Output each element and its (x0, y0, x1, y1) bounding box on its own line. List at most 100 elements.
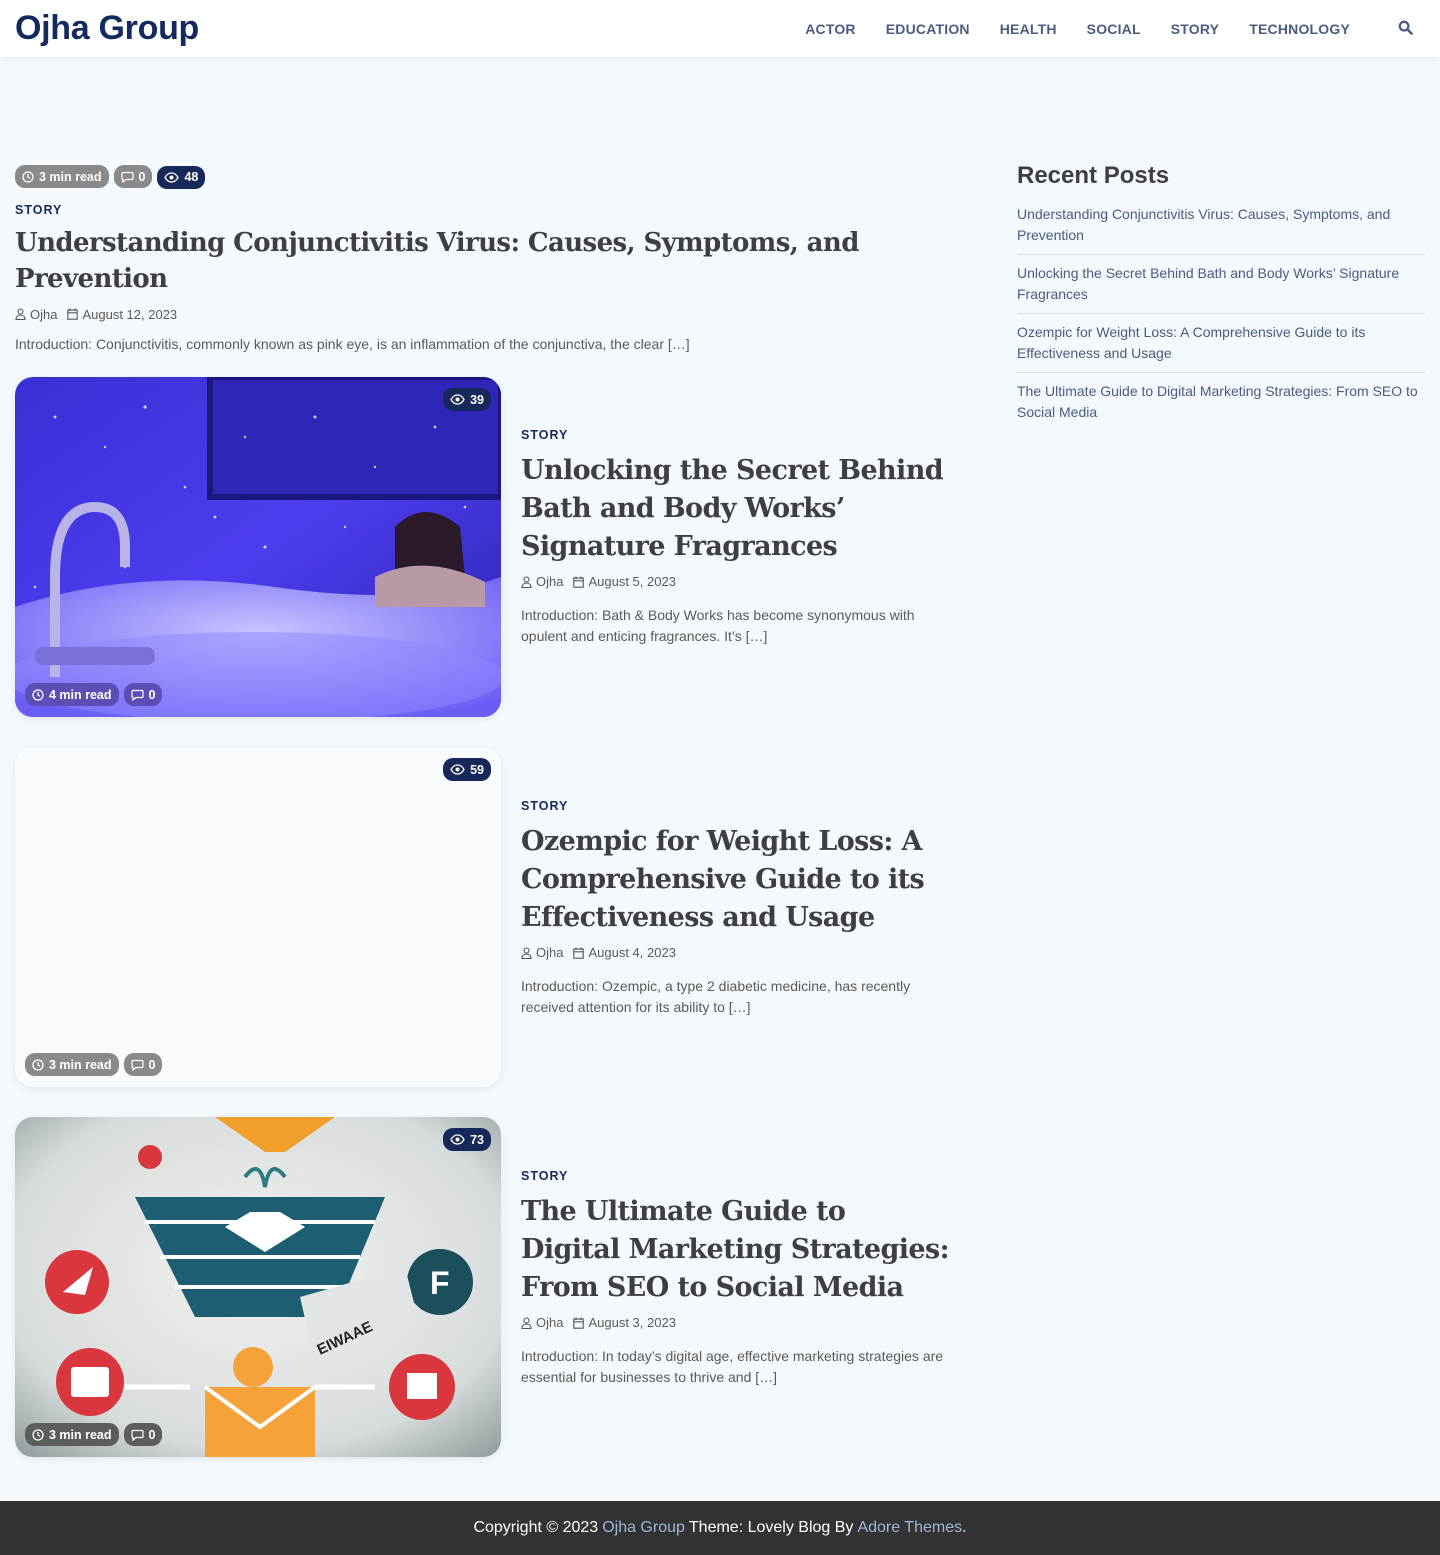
marketing-funnel-image: F EIWAAE (15, 1117, 501, 1457)
post-thumbnail[interactable]: 39 4 min read 0 (15, 377, 501, 717)
post-title[interactable]: Ozempic for Weight Loss: A Comprehensive… (521, 823, 951, 937)
footer-site-link[interactable]: Ojha Group (602, 1519, 685, 1537)
post-thumbnail[interactable]: 59 3 min read 0 (15, 747, 501, 1087)
comments-badge[interactable]: 0 (113, 165, 153, 188)
views-badge: 59 (443, 758, 491, 781)
post-excerpt: Introduction: Conjunctivitis, commonly k… (15, 335, 690, 352)
recent-post-link[interactable]: Unlocking the Secret Behind Bath and Bod… (1017, 255, 1425, 314)
post-item: 59 3 min read 0 STORY Ozempic for Weight… (15, 747, 955, 1087)
post-date[interactable]: August 5, 2023 (573, 574, 676, 589)
site-title[interactable]: Ojha Group (15, 9, 199, 48)
comments-count: 0 (148, 1057, 156, 1072)
eye-icon (164, 171, 180, 183)
recent-post-link[interactable]: The Ultimate Guide to Digital Marketing … (1017, 373, 1425, 431)
read-time-text: 3 min read (39, 169, 102, 184)
nav-item-health[interactable]: HEALTH (1000, 21, 1057, 37)
comments-count: 0 (148, 687, 156, 702)
views-count: 48 (184, 170, 199, 184)
user-icon (521, 575, 532, 588)
post-excerpt: Introduction: In today’s digital age, ef… (521, 1348, 944, 1385)
nav-item-social[interactable]: SOCIAL (1087, 21, 1141, 37)
post-date[interactable]: August 3, 2023 (573, 1315, 676, 1330)
calendar-icon (573, 947, 585, 959)
clock-icon (22, 170, 34, 183)
post-author[interactable]: Ojha (521, 574, 563, 589)
post-author[interactable]: Ojha (15, 307, 57, 322)
post-title[interactable]: The Ultimate Guide to Digital Marketing … (521, 1193, 951, 1307)
date-text: August 3, 2023 (588, 1315, 676, 1330)
footer-theme-author-link[interactable]: Adore Themes (857, 1519, 962, 1537)
user-icon (521, 1316, 532, 1329)
author-name: Ojha (30, 306, 58, 322)
comments-badge[interactable]: 0 (123, 1053, 163, 1076)
site-footer: Copyright © 2023 Ojha Group Theme: Lovel… (0, 1501, 1440, 1555)
post-badges: 3 min read 0 (25, 1053, 167, 1076)
site-header: Ojha Group ACTOR EDUCATION HEALTH SOCIAL… (0, 0, 1440, 57)
post-meta: Ojha August 12, 2023 (15, 307, 955, 322)
read-time-text: 3 min read (49, 1427, 112, 1442)
recent-posts-list: Understanding Conjunctivitis Virus: Caus… (1017, 204, 1425, 431)
nav-item-story[interactable]: STORY (1171, 21, 1219, 37)
category-link[interactable]: STORY (521, 428, 568, 442)
post-item: F EIWAAE 73 3 min read 0 STORY The Ultim… (15, 1117, 955, 1457)
post-author[interactable]: Ojha (521, 1315, 563, 1330)
read-time-text: 3 min read (49, 1057, 112, 1072)
eye-icon (450, 394, 465, 405)
comments-badge[interactable]: 0 (123, 683, 163, 706)
comment-icon (130, 689, 144, 701)
category-link[interactable]: STORY (521, 799, 568, 813)
read-time-badge: 3 min read (25, 1423, 119, 1446)
calendar-icon (573, 1317, 585, 1329)
views-badge: 39 (443, 388, 491, 411)
post-thumbnail[interactable]: F EIWAAE 73 3 min read 0 (15, 1117, 501, 1457)
post-date[interactable]: August 12, 2023 (67, 307, 177, 322)
user-icon (521, 946, 532, 959)
post-badges: 3 min read 0 48 (15, 165, 955, 189)
post-meta: Ojha August 3, 2023 (521, 1315, 951, 1330)
calendar-icon (67, 308, 79, 320)
author-name: Ojha (536, 945, 564, 960)
comment-icon (120, 171, 134, 183)
post-body: STORY Ozempic for Weight Loss: A Compreh… (521, 797, 951, 1018)
views-count: 73 (470, 1132, 484, 1147)
post-excerpt: Introduction: Bath & Body Works has beco… (521, 607, 915, 644)
author-name: Ojha (536, 1315, 564, 1330)
post-badges: 3 min read 0 (25, 1423, 167, 1446)
post-author[interactable]: Ojha (521, 945, 563, 960)
recent-post-link[interactable]: Understanding Conjunctivitis Virus: Caus… (1017, 204, 1425, 255)
nav-item-technology[interactable]: TECHNOLOGY (1249, 21, 1350, 37)
post-title[interactable]: Understanding Conjunctivitis Virus: Caus… (15, 225, 955, 297)
recent-posts-title: Recent Posts (1017, 162, 1170, 189)
date-text: August 5, 2023 (588, 574, 676, 589)
comment-icon (130, 1059, 144, 1071)
nav-item-education[interactable]: EDUCATION (886, 21, 970, 37)
read-time-badge: 3 min read (15, 165, 109, 188)
views-count: 59 (470, 762, 484, 777)
comments-badge[interactable]: 0 (123, 1423, 163, 1446)
search-icon[interactable] (1398, 20, 1414, 36)
comments-count: 0 (148, 1427, 156, 1442)
category-link[interactable]: STORY (521, 1169, 568, 1183)
read-time-badge: 3 min read (25, 1053, 119, 1076)
main-nav: ACTOR EDUCATION HEALTH SOCIAL STORY TECH… (775, 0, 1350, 57)
post-date[interactable]: August 4, 2023 (573, 945, 676, 960)
comment-icon (130, 1429, 144, 1441)
eye-icon (450, 764, 465, 775)
clock-icon (32, 688, 44, 701)
post-item: 39 4 min read 0 STORY Unlocking the Secr… (15, 377, 955, 717)
recent-post-link[interactable]: Ozempic for Weight Loss: A Comprehensive… (1017, 314, 1425, 373)
svg-text:F: F (430, 1265, 450, 1301)
category-link[interactable]: STORY (15, 203, 62, 217)
views-badge: 48 (157, 165, 206, 189)
read-time-text: 4 min read (49, 687, 112, 702)
post-meta: Ojha August 5, 2023 (521, 574, 951, 589)
post-title[interactable]: Unlocking the Secret Behind Bath and Bod… (521, 452, 951, 566)
nav-item-actor[interactable]: ACTOR (805, 21, 856, 37)
views-badge: 73 (443, 1128, 491, 1151)
post-item: 3 min read 0 48 STORY Understanding Conj… (15, 165, 955, 355)
theme-text: Theme: Lovely Blog By (688, 1519, 854, 1536)
post-body: STORY The Ultimate Guide to Digital Mark… (521, 1167, 951, 1388)
comments-count: 0 (138, 169, 146, 184)
copyright-text: Copyright © 2023 (473, 1519, 599, 1536)
date-text: August 12, 2023 (82, 306, 178, 322)
